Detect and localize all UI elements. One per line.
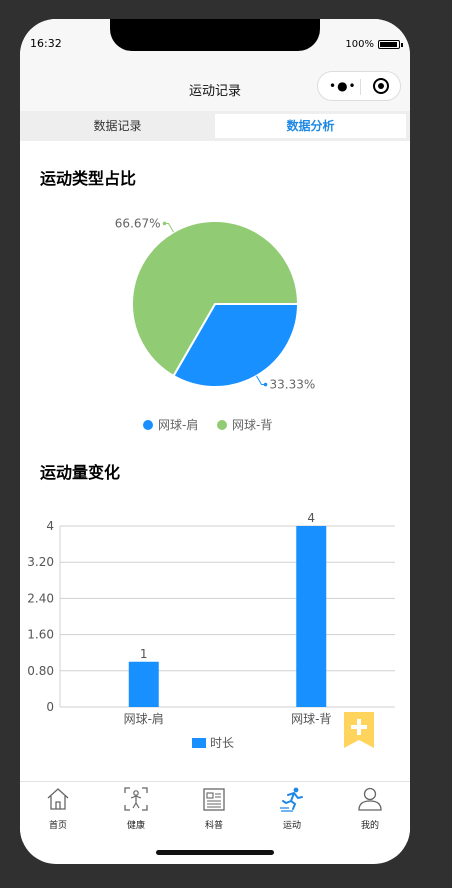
- tabbar-item-health[interactable]: 健康: [106, 786, 166, 831]
- tabbar-label-sport: 运动: [282, 821, 301, 831]
- health-icon: [124, 787, 148, 811]
- user-icon: [358, 787, 382, 811]
- bar-x-tick-label: 网球-背: [291, 712, 331, 726]
- bar-rect: [128, 661, 159, 707]
- tabbar-item-sport[interactable]: 运动: [262, 786, 322, 831]
- tab-bar-top: 数据记录 数据分析: [20, 111, 410, 141]
- capsule-menu: •●•: [317, 71, 401, 101]
- battery-icon: [378, 40, 403, 49]
- tabbar-label-health: 健康: [126, 821, 145, 831]
- pie-section-title: 运动类型占比: [40, 169, 137, 188]
- pie-label-dot: [263, 382, 268, 387]
- device-notch: [110, 19, 320, 51]
- bottom-tab-bar: 首页 健康 科普 运动 我的: [20, 781, 410, 842]
- tabbar-item-news[interactable]: 科普: [184, 786, 244, 831]
- tabbar-label-news: 科普: [204, 821, 223, 831]
- bar-y-tick-label: 0: [46, 700, 54, 714]
- phone-screen: 运动记录 •●• 16:32 100% 数据记录 数据分析 运动类型占比 33.…: [20, 19, 410, 864]
- bar-value-label: 1: [140, 647, 148, 661]
- tabbar-item-home[interactable]: 首页: [28, 786, 88, 831]
- battery-level: [380, 42, 397, 47]
- pie-legend-label: 网球-肩: [158, 417, 198, 432]
- bar-y-tick-label: 3.20: [27, 555, 54, 569]
- news-icon: [203, 788, 225, 811]
- pie-label-dot: [162, 221, 167, 226]
- tabbar-item-profile[interactable]: 我的: [340, 786, 400, 831]
- battery-percent: 100%: [345, 39, 374, 50]
- pie-data-label: 66.67%: [115, 216, 161, 230]
- tabbar-label-home: 首页: [48, 821, 67, 831]
- home-indicator: [156, 850, 274, 855]
- add-bookmark-icon[interactable]: [342, 710, 376, 750]
- bar-y-tick-label: 2.40: [27, 591, 54, 605]
- tab-data-analysis[interactable]: 数据分析: [215, 114, 406, 138]
- bar-y-tick-label: 1.60: [27, 628, 54, 642]
- bar-section-title: 运动量变化: [40, 463, 121, 482]
- bar-rect: [296, 526, 327, 707]
- pie-legend-marker: [217, 420, 227, 430]
- home-icon: [47, 788, 69, 810]
- tabbar-label-profile: 我的: [360, 821, 379, 831]
- pie-data-label: 33.33%: [270, 378, 316, 392]
- status-time: 16:32: [30, 37, 62, 50]
- pie-label-line: [256, 375, 266, 386]
- running-icon: [280, 787, 303, 812]
- pie-chart: 33.33% 66.67% 网球-肩 网球-背: [115, 216, 316, 432]
- bar-y-tick-label: 4: [46, 519, 54, 533]
- target-icon[interactable]: [373, 78, 389, 94]
- bar-legend-marker: [192, 738, 206, 748]
- tab-data-record[interactable]: 数据记录: [20, 114, 215, 138]
- bar-legend-label: 时长: [210, 736, 234, 750]
- pie-legend-marker: [143, 420, 153, 430]
- bar-value-label: 4: [307, 511, 315, 525]
- bar-y-tick-label: 0.80: [27, 664, 54, 678]
- more-dots-icon[interactable]: •●•: [329, 79, 357, 93]
- status-battery: 100%: [345, 39, 403, 50]
- pie-legend-label: 网球-背: [232, 418, 272, 432]
- pie-label-line: [164, 222, 174, 233]
- bar-x-tick-label: 网球-肩: [124, 711, 164, 726]
- capsule-divider: [360, 79, 361, 95]
